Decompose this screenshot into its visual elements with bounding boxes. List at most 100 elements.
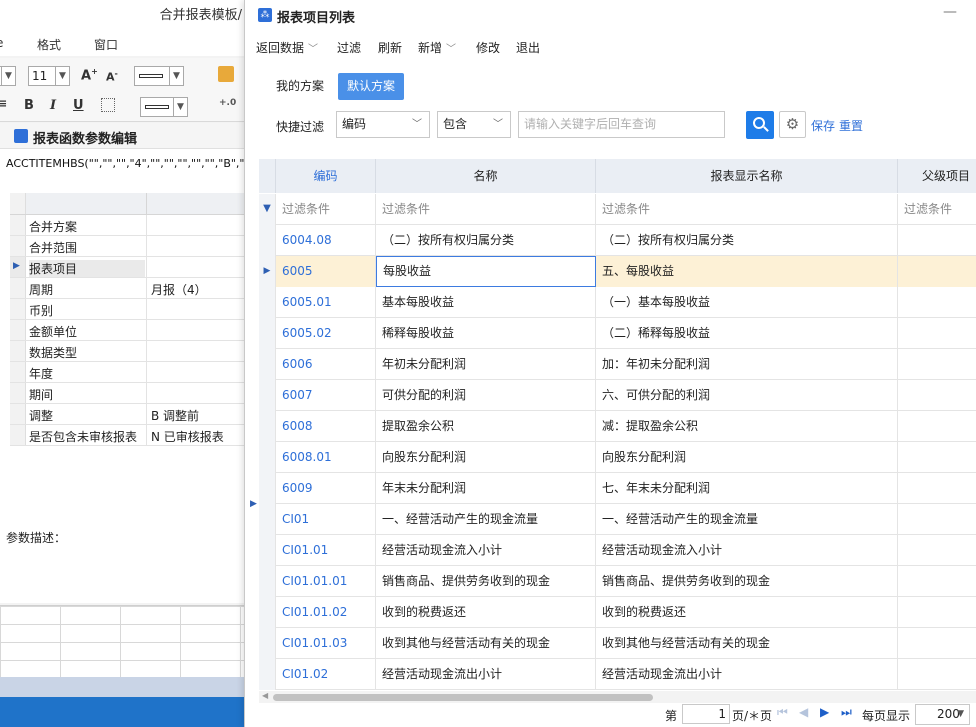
parameter-row[interactable]: 年度 (10, 362, 244, 383)
cell-display-name[interactable]: 减：提取盈余公积 (596, 411, 898, 442)
cell-code[interactable]: CI01.01.02 (276, 597, 376, 628)
save-scheme-link[interactable]: 保存 (811, 117, 835, 134)
first-page-icon[interactable]: ⏮ (777, 705, 788, 720)
cell-name[interactable]: （二）按所有权归属分类 (376, 225, 596, 256)
cell-display-name[interactable]: 五、每股收益 (596, 256, 898, 287)
cell-name[interactable]: 可供分配的利润 (376, 380, 596, 411)
cell-name[interactable]: 稀释每股收益 (376, 318, 596, 349)
cell-display-name[interactable]: 经营活动现金流出小计 (596, 659, 898, 690)
cell-parent[interactable] (898, 659, 976, 690)
previous-page-icon[interactable]: ◀ (799, 705, 808, 719)
filter-field-select[interactable]: 编码 ﹀ (336, 111, 430, 138)
dialog-titlebar[interactable]: ⁂ 报表项目列表 — (245, 0, 976, 32)
table-row[interactable]: 6005.02 稀释每股收益 （二）稀释每股收益 (259, 318, 976, 349)
cell-name[interactable]: 销售商品、提供劳务收到的现金 (376, 566, 596, 597)
table-row[interactable]: 6005.01 基本每股收益 （一）基本每股收益 (259, 287, 976, 318)
parameter-row[interactable]: 是否包含未审核报表 N 已审核报表 (10, 425, 244, 446)
cell-name[interactable]: 一、经营活动产生的现金流量 (376, 504, 596, 535)
cell-code[interactable]: 6009 (276, 473, 376, 504)
cell-display-name[interactable]: （二）稀释每股收益 (596, 318, 898, 349)
scroll-left-icon[interactable]: ◀ (262, 691, 268, 700)
table-row[interactable]: CI01.01.02 收到的税费返还 收到的税费返还 (259, 597, 976, 628)
last-page-icon[interactable]: ⏭ (841, 705, 852, 720)
parameter-row[interactable]: 数据类型 (10, 341, 244, 362)
cell-parent[interactable] (898, 256, 976, 287)
table-row[interactable]: CI01.02 经营活动现金流出小计 经营活动现金流出小计 (259, 659, 976, 690)
page-size-select[interactable]: 200 ▼ (915, 704, 970, 725)
border-style-select[interactable]: ▼ (134, 66, 184, 86)
next-page-icon[interactable]: ▶ (820, 705, 829, 719)
table-row[interactable]: CI01.01 经营活动现金流入小计 经营活动现金流入小计 (259, 535, 976, 566)
cell-name[interactable]: 向股东分配利润 (376, 442, 596, 473)
menu-exit[interactable]: 退出 (516, 39, 540, 56)
cell-code[interactable]: 6008.01 (276, 442, 376, 473)
table-row[interactable]: 6008.01 向股东分配利润 向股东分配利润 (259, 442, 976, 473)
parameter-value[interactable] (146, 341, 244, 361)
decimal-icon[interactable]: +.0 (219, 98, 236, 108)
cell-code[interactable]: CI01 (276, 504, 376, 535)
reset-link[interactable]: 重置 (839, 117, 863, 134)
parameter-row[interactable]: ▶ 报表项目 (10, 257, 244, 278)
filter-cell-display-name[interactable]: 过滤条件 (596, 194, 898, 225)
menu-filter[interactable]: 过滤 (337, 39, 361, 56)
cell-display-name[interactable]: （一）基本每股收益 (596, 287, 898, 318)
parameter-row[interactable]: 周期 月报（4） (10, 278, 244, 299)
cell-parent[interactable] (898, 628, 976, 659)
cell-name[interactable]: 经营活动现金流入小计 (376, 535, 596, 566)
parameter-value[interactable] (146, 215, 244, 235)
cell-parent[interactable] (898, 442, 976, 473)
menu-back-data[interactable]: 返回数据 ﹀ (256, 39, 318, 56)
cell-display-name[interactable]: 向股东分配利润 (596, 442, 898, 473)
cell-display-name[interactable]: 收到其他与经营活动有关的现金 (596, 628, 898, 659)
column-header-code[interactable]: 编码 (276, 159, 376, 193)
cell-parent[interactable] (898, 349, 976, 380)
parameter-value[interactable] (146, 362, 244, 382)
cell-code[interactable]: 6008 (276, 411, 376, 442)
parameter-row[interactable]: 合并范围 (10, 236, 244, 257)
parameter-row[interactable]: 调整 B 调整前 (10, 404, 244, 425)
parameter-row[interactable]: 币别 (10, 299, 244, 320)
filter-cell-parent[interactable]: 过滤条件 (898, 194, 976, 225)
parameter-row[interactable]: 合并方案 (10, 215, 244, 236)
minimize-icon[interactable]: — (943, 4, 957, 20)
background-menu-window[interactable]: 窗口 (94, 36, 118, 53)
menu-add[interactable]: 新增 ﹀ (418, 39, 456, 56)
cell-name[interactable]: 每股收益 (376, 256, 596, 287)
menu-modify[interactable]: 修改 (476, 39, 500, 56)
cell-parent[interactable] (898, 287, 976, 318)
scrollbar-thumb[interactable] (273, 694, 653, 701)
horizontal-scrollbar[interactable]: ◀ (259, 691, 976, 703)
cell-name[interactable]: 年初未分配利润 (376, 349, 596, 380)
parameter-value[interactable] (146, 236, 244, 256)
filter-keyword-input[interactable]: 请输入关键字后回车查询 (518, 111, 725, 138)
cell-code[interactable]: CI01.01 (276, 535, 376, 566)
font-name-select[interactable]: ▼ (0, 66, 16, 86)
table-row[interactable]: 6004.08 （二）按所有权归属分类 （二）按所有权归属分类 (259, 225, 976, 256)
background-spreadsheet[interactable] (0, 605, 244, 677)
cell-code[interactable]: CI01.01.03 (276, 628, 376, 659)
cell-parent[interactable] (898, 318, 976, 349)
cell-parent[interactable] (898, 566, 976, 597)
table-row[interactable]: CI01.01.03 收到其他与经营活动有关的现金 收到其他与经营活动有关的现金 (259, 628, 976, 659)
parameter-row[interactable]: 期间 (10, 383, 244, 404)
cell-code[interactable]: 6004.08 (276, 225, 376, 256)
cell-parent[interactable] (898, 473, 976, 504)
column-header-name[interactable]: 名称 (376, 159, 596, 193)
cell-name[interactable]: 基本每股收益 (376, 287, 596, 318)
cell-display-name[interactable]: 一、经营活动产生的现金流量 (596, 504, 898, 535)
column-header-parent[interactable]: 父级项目 (898, 159, 976, 193)
cell-code[interactable]: 6005 (276, 256, 376, 287)
cell-name[interactable]: 年末未分配利润 (376, 473, 596, 504)
parameter-row[interactable]: 金额单位 (10, 320, 244, 341)
parameter-value[interactable]: B 调整前 (146, 404, 244, 424)
cell-display-name[interactable]: 加：年初未分配利润 (596, 349, 898, 380)
cell-name[interactable]: 提取盈余公积 (376, 411, 596, 442)
cell-display-name[interactable]: 经营活动现金流入小计 (596, 535, 898, 566)
table-row[interactable]: CI01.01.01 销售商品、提供劳务收到的现金 销售商品、提供劳务收到的现金 (259, 566, 976, 597)
search-button[interactable] (746, 111, 774, 139)
align-icon[interactable]: ≡ (0, 97, 7, 110)
cell-code[interactable]: CI01.01.01 (276, 566, 376, 597)
cell-name[interactable]: 收到的税费返还 (376, 597, 596, 628)
parameter-value[interactable] (146, 299, 244, 319)
cell-parent[interactable] (898, 225, 976, 256)
